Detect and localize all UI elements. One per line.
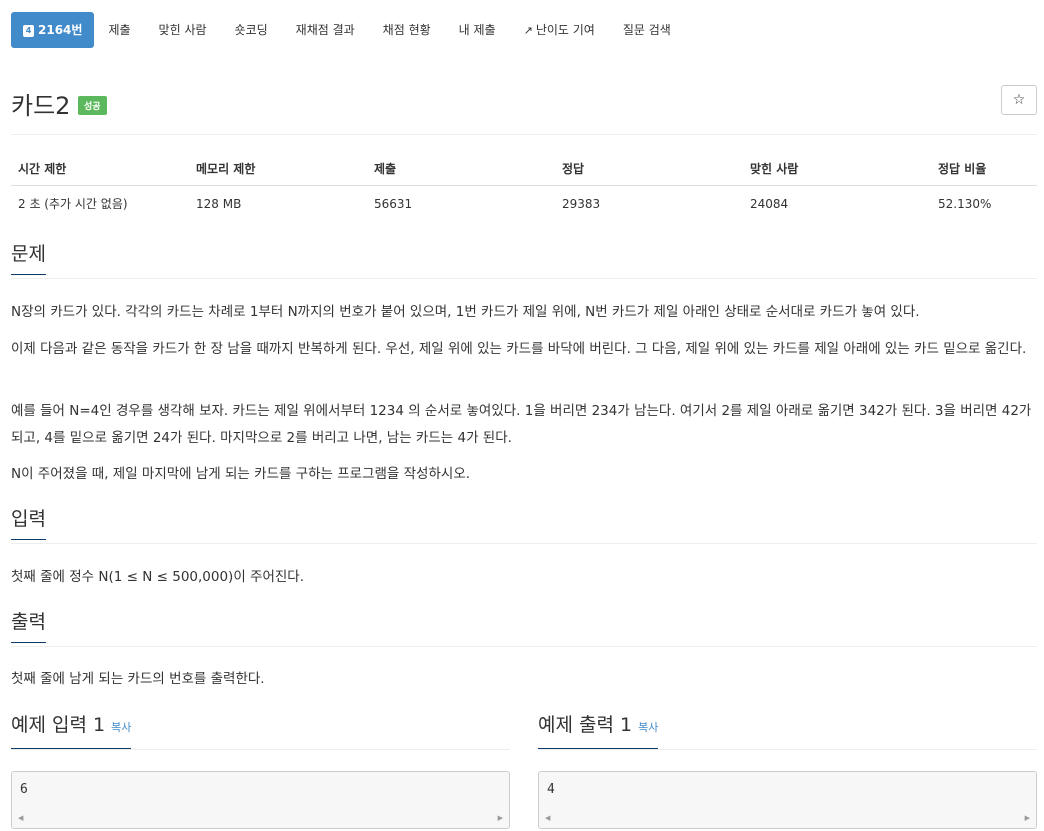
scroll-right-icon[interactable]: ▶ (498, 814, 503, 822)
input-heading-label: 입력 (11, 507, 46, 540)
problem-paragraph-2: 이제 다음과 같은 동작을 카드가 한 장 남을 때까지 반복하게 된다. 우선… (11, 341, 1027, 357)
sample-input-heading-label: 예제 입력 1 복사 (11, 713, 132, 749)
value-accept-ratio: 52.130% (938, 196, 992, 211)
value-solved-users: 24084 (750, 196, 789, 211)
problem-nav: 4 2164번 제출 맞힌 사람 숏코딩 재채점 결과 채점 현황 내 제출 ↗ 난… (11, 12, 685, 48)
tab-my-submissions[interactable]: 내 제출 (445, 12, 510, 48)
sample-input-value: 6 (20, 782, 28, 797)
scroll-right-icon[interactable]: ▶ (1025, 814, 1030, 822)
title-row: 카드2 성공 ☆ (11, 84, 1037, 135)
info-header-row: 시간 제한 메모리 제한 제출 정답 맞힌 사람 정답 비율 (11, 152, 1037, 186)
value-time-limit: 2 초 (추가 시간 없음) (18, 197, 128, 211)
sample-output-heading: 예제 출력 1 복사 (538, 713, 1037, 750)
problem-info-table: 시간 제한 메모리 제한 제출 정답 맞힌 사람 정답 비율 2 초 (추가 시… (11, 152, 1037, 221)
output-section-heading: 출력 (11, 610, 1037, 647)
sample-input-title: 예제 입력 1 (11, 714, 106, 736)
header-solved-users: 맞힌 사람 (743, 152, 931, 186)
tab-submit[interactable]: 제출 (94, 12, 144, 48)
header-accept-ratio: 정답 비율 (931, 152, 1037, 186)
status-badge: 성공 (78, 96, 107, 115)
tab-difficulty-label: 난이도 기여 (535, 23, 595, 37)
star-icon: ☆ (1012, 92, 1026, 108)
scroll-left-icon[interactable]: ◀ (545, 814, 550, 822)
sample-input-heading: 예제 입력 1 복사 (11, 713, 510, 750)
favorite-star-button[interactable]: ☆ (1001, 85, 1037, 115)
copy-sample-output-button[interactable]: 복사 (638, 721, 658, 734)
tab-problem-number[interactable]: 4 2164번 (11, 12, 95, 48)
problem-paragraph-3: 예를 들어 N=4인 경우를 생각해 보자. 카드는 제일 위에서부터 1234… (11, 403, 1032, 446)
sample-input-scrollbar[interactable]: ◀ ▶ (18, 814, 503, 824)
input-description: 첫째 줄에 정수 N(1 ≤ N ≤ 500,000)이 주어진다. (11, 569, 305, 585)
page: 4 2164번 제출 맞힌 사람 숏코딩 재채점 결과 채점 현황 내 제출 ↗ 난… (0, 0, 1044, 831)
value-accepted: 29383 (562, 196, 601, 211)
tab-problem-number-label: 2164번 (38, 23, 83, 37)
value-submissions: 56631 (374, 196, 413, 211)
header-submissions: 제출 (367, 152, 555, 186)
header-time-limit: 시간 제한 (11, 152, 189, 186)
tab-judge-status[interactable]: 채점 현황 (369, 12, 445, 48)
problem-badge-icon: 4 (23, 25, 34, 37)
sample-output-value: 4 (547, 782, 555, 797)
page-title: 카드2 (11, 92, 71, 120)
sample-output-box[interactable]: 4 ◀ ▶ (538, 771, 1037, 829)
sample-output-title: 예제 출력 1 (538, 714, 633, 736)
tab-solved-users[interactable]: 맞힌 사람 (145, 12, 221, 48)
copy-sample-input-button[interactable]: 복사 (111, 721, 131, 734)
sample-output-heading-label: 예제 출력 1 복사 (538, 713, 659, 749)
problem-section-heading: 문제 (11, 242, 1037, 279)
output-description: 첫째 줄에 남게 되는 카드의 번호를 출력한다. (11, 671, 265, 687)
header-accepted: 정답 (555, 152, 743, 186)
tab-rejudge-results[interactable]: 재채점 결과 (282, 12, 369, 48)
problem-paragraph-4: N이 주어졌을 때, 제일 마지막에 남게 되는 카드를 구하는 프로그램을 작… (11, 466, 471, 482)
sample-output-scrollbar[interactable]: ◀ ▶ (545, 814, 1030, 824)
tab-short-coding[interactable]: 숏코딩 (221, 12, 282, 48)
input-section-heading: 입력 (11, 507, 1037, 544)
output-heading-label: 출력 (11, 610, 46, 643)
scroll-left-icon[interactable]: ◀ (18, 814, 23, 822)
header-memory-limit: 메모리 제한 (189, 152, 367, 186)
problem-heading-label: 문제 (11, 242, 46, 275)
external-link-icon: ↗ (523, 24, 533, 37)
tab-difficulty-contribution[interactable]: ↗ 난이도 기여 (510, 12, 609, 48)
problem-paragraph-1: N장의 카드가 있다. 각각의 카드는 차례로 1부터 N까지의 번호가 붙어 … (11, 304, 920, 320)
sample-input-box[interactable]: 6 ◀ ▶ (11, 771, 510, 829)
tab-question-search[interactable]: 질문 검색 (609, 12, 685, 48)
info-value-row: 2 초 (추가 시간 없음) 128 MB 56631 29383 24084 … (11, 186, 1037, 222)
value-memory-limit: 128 MB (196, 196, 242, 211)
